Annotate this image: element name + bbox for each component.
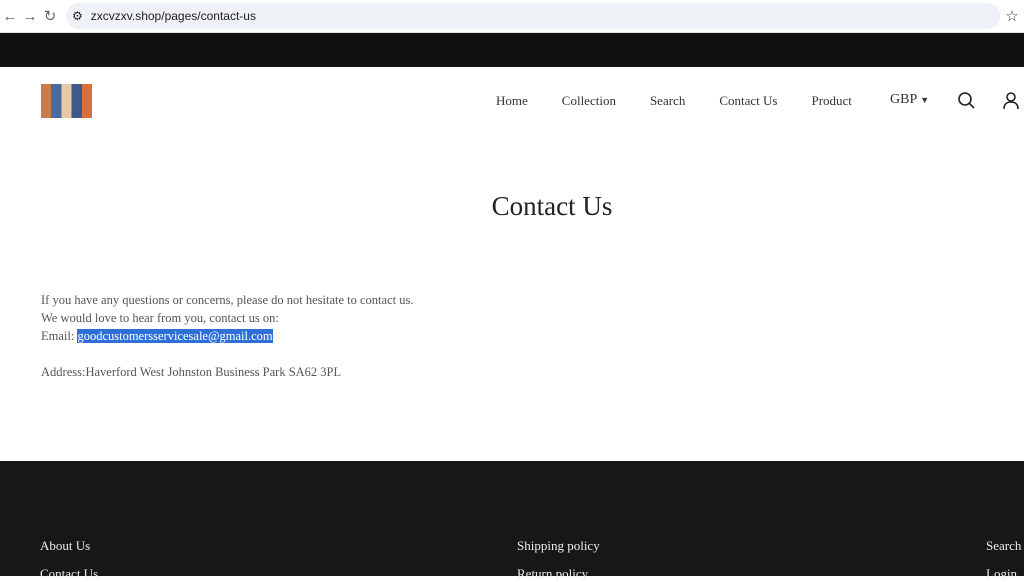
browser-toolbar: ← → ↻ ⚙ zxcvzxv.shop/pages/contact-us ☆ (0, 0, 1024, 33)
currency-value: GBP (890, 92, 917, 107)
site-settings-icon[interactable]: ⚙ (72, 9, 83, 23)
site-footer: About Us Contact Us Shipping policy Retu… (0, 461, 1024, 581)
account-icon[interactable] (1002, 91, 1020, 109)
bookmark-star-icon[interactable]: ☆ (1000, 7, 1024, 25)
email-label: Email: (41, 329, 78, 343)
menu-product[interactable]: Product (811, 93, 851, 109)
intro-text-2: We would love to hear from you, contact … (41, 311, 279, 325)
forward-icon[interactable]: → (20, 8, 40, 25)
caret-down-icon: ▼ (920, 95, 930, 105)
footer-about-us[interactable]: About Us (40, 538, 90, 554)
search-icon[interactable] (957, 91, 975, 109)
footer-return-policy[interactable]: Return policy (517, 566, 588, 582)
announcement-bar (0, 33, 1024, 67)
store-logo[interactable] (41, 84, 92, 118)
main-menu: Home Collection Search Contact Us Produc… (496, 93, 886, 109)
intro-text: If you have any questions or concerns, p… (41, 293, 414, 307)
page-title: Contact Us (491, 191, 613, 221)
footer-search[interactable]: Search (986, 538, 1021, 554)
footer-shipping-policy[interactable]: Shipping policy (517, 538, 600, 554)
reload-icon[interactable]: ↻ (40, 7, 60, 25)
contact-content: If you have any questions or concerns, p… (41, 291, 413, 381)
address-text: Address:Haverford West Johnston Business… (41, 365, 342, 379)
url-text: zxcvzxv.shop/pages/contact-us (90, 9, 256, 23)
site-header: Home Collection Search Contact Us Produc… (0, 67, 1024, 135)
currency-selector[interactable]: GBP ▼ (890, 92, 929, 108)
back-icon[interactable]: ← (0, 8, 20, 25)
menu-home[interactable]: Home (496, 93, 528, 109)
footer-contact-us[interactable]: Contact Us (40, 566, 98, 582)
address-bar[interactable]: ⚙ zxcvzxv.shop/pages/contact-us (66, 3, 1000, 29)
email-line: Email: goodcustomersservicesale@gmail.co… (41, 327, 413, 345)
menu-contact-us[interactable]: Contact Us (719, 93, 777, 109)
menu-search[interactable]: Search (650, 93, 685, 109)
email-link[interactable]: goodcustomersservicesale@gmail.com (77, 329, 273, 343)
footer-login[interactable]: Login (986, 566, 1017, 582)
menu-collection[interactable]: Collection (562, 93, 616, 109)
